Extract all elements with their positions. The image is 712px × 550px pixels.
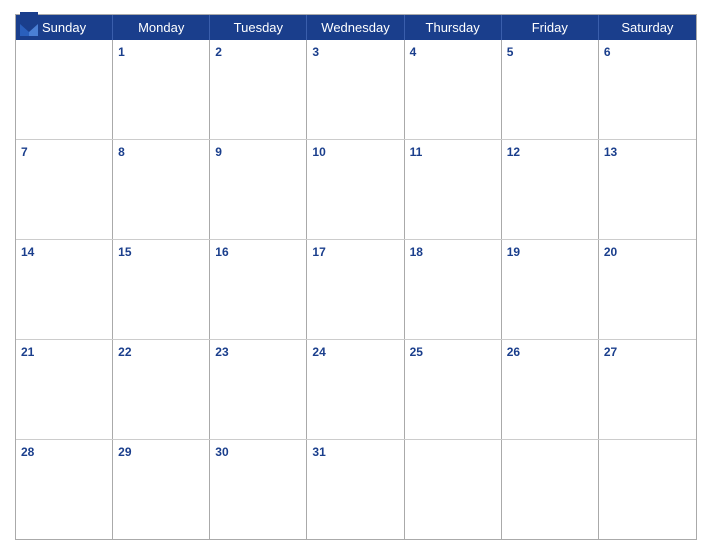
day-number: 21 (21, 345, 34, 359)
day-cell-empty (502, 440, 599, 539)
day-number: 6 (604, 45, 611, 59)
day-number: 11 (410, 145, 423, 159)
day-cell-24: 24 (307, 340, 404, 439)
day-number: 28 (21, 445, 34, 459)
logo (15, 10, 40, 38)
day-number: 12 (507, 145, 520, 159)
day-number: 8 (118, 145, 125, 159)
week-row-2: 14 15 16 17 18 19 20 (16, 239, 696, 339)
day-header-friday: Friday (502, 15, 599, 40)
day-cell-1: 1 (113, 40, 210, 139)
day-cell-6: 6 (599, 40, 696, 139)
day-number: 22 (118, 345, 131, 359)
day-cell-21: 21 (16, 340, 113, 439)
day-number: 7 (21, 145, 28, 159)
day-cell-3: 3 (307, 40, 404, 139)
day-headers-row: SundayMondayTuesdayWednesdayThursdayFrid… (16, 15, 696, 40)
week-row-3: 21 22 23 24 25 26 27 (16, 339, 696, 439)
day-number: 17 (312, 245, 325, 259)
day-cell-15: 15 (113, 240, 210, 339)
day-number: 9 (215, 145, 222, 159)
day-cell-31: 31 (307, 440, 404, 539)
day-number: 15 (118, 245, 131, 259)
logo-icon (18, 10, 40, 38)
day-number: 16 (215, 245, 228, 259)
day-number: 14 (21, 245, 34, 259)
day-cell-22: 22 (113, 340, 210, 439)
day-number: 13 (604, 145, 617, 159)
day-cell-12: 12 (502, 140, 599, 239)
day-number: 1 (118, 45, 125, 59)
day-number: 18 (410, 245, 423, 259)
day-number: 26 (507, 345, 520, 359)
day-cell-28: 28 (16, 440, 113, 539)
day-number: 4 (410, 45, 417, 59)
day-cell-20: 20 (599, 240, 696, 339)
day-cell-25: 25 (405, 340, 502, 439)
day-cell-4: 4 (405, 40, 502, 139)
day-cell-16: 16 (210, 240, 307, 339)
day-cell-2: 2 (210, 40, 307, 139)
day-cell-5: 5 (502, 40, 599, 139)
day-number: 29 (118, 445, 131, 459)
day-header-saturday: Saturday (599, 15, 696, 40)
day-number: 25 (410, 345, 423, 359)
day-cell-empty (405, 440, 502, 539)
day-cell-empty (599, 440, 696, 539)
day-cell-23: 23 (210, 340, 307, 439)
day-number: 23 (215, 345, 228, 359)
day-cell-29: 29 (113, 440, 210, 539)
day-cell-17: 17 (307, 240, 404, 339)
day-number: 24 (312, 345, 325, 359)
day-cell-14: 14 (16, 240, 113, 339)
day-number: 3 (312, 45, 319, 59)
day-cell-30: 30 (210, 440, 307, 539)
day-number: 10 (312, 145, 325, 159)
week-row-4: 28 29 30 31 (16, 439, 696, 539)
weeks-container: 1234567891011121314151617181920212223242… (16, 40, 696, 539)
week-row-1: 7 8 9 10 11 12 13 (16, 139, 696, 239)
week-row-0: 1 2 3 4 5 6 (16, 40, 696, 139)
day-number: 20 (604, 245, 617, 259)
day-cell-10: 10 (307, 140, 404, 239)
day-header-thursday: Thursday (405, 15, 502, 40)
day-number: 5 (507, 45, 514, 59)
day-number: 2 (215, 45, 222, 59)
day-cell-empty (16, 40, 113, 139)
day-cell-9: 9 (210, 140, 307, 239)
calendar-page: SundayMondayTuesdayWednesdayThursdayFrid… (0, 0, 712, 550)
calendar-grid: SundayMondayTuesdayWednesdayThursdayFrid… (15, 14, 697, 540)
day-header-tuesday: Tuesday (210, 15, 307, 40)
day-number: 30 (215, 445, 228, 459)
day-cell-8: 8 (113, 140, 210, 239)
day-header-monday: Monday (113, 15, 210, 40)
day-cell-27: 27 (599, 340, 696, 439)
day-cell-13: 13 (599, 140, 696, 239)
day-number: 27 (604, 345, 617, 359)
day-number: 31 (312, 445, 325, 459)
day-cell-7: 7 (16, 140, 113, 239)
day-cell-18: 18 (405, 240, 502, 339)
day-number: 19 (507, 245, 520, 259)
day-cell-26: 26 (502, 340, 599, 439)
day-cell-11: 11 (405, 140, 502, 239)
day-cell-19: 19 (502, 240, 599, 339)
day-header-wednesday: Wednesday (307, 15, 404, 40)
